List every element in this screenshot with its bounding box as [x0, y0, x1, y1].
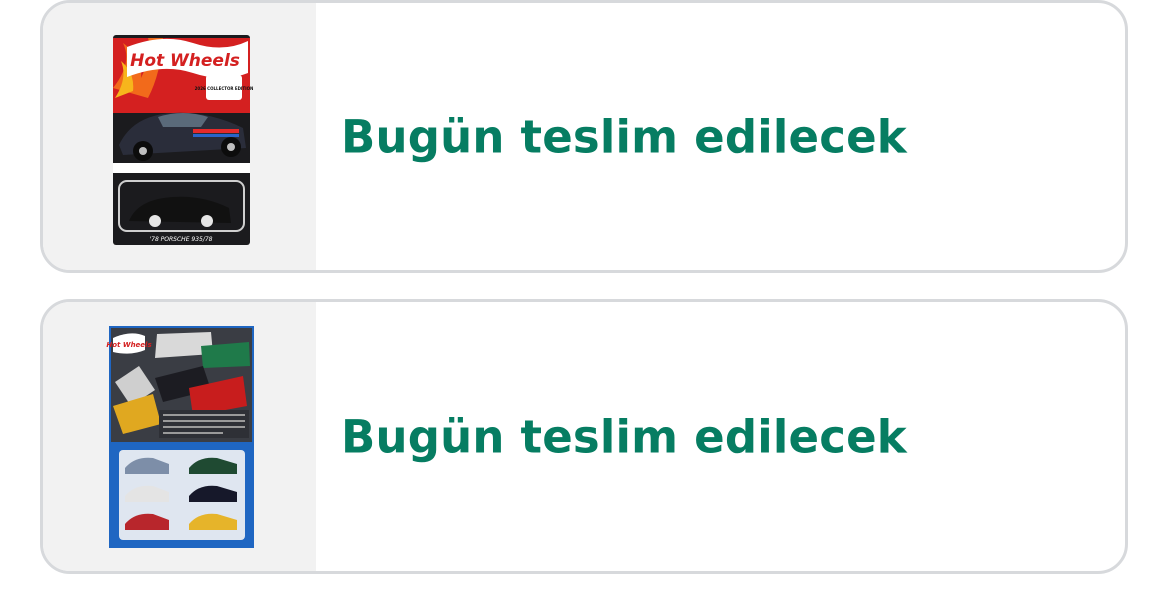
- delivery-card[interactable]: Hot Wheels 2026 COLLECTOR EDITION '78 PO…: [40, 0, 1128, 273]
- delivery-card[interactable]: Hot Wheels Bugün teslim edilecek: [40, 299, 1128, 574]
- car-name-label: '78 PORSCHE 935/78: [149, 236, 212, 243]
- brand-logo: Hot Wheels: [106, 341, 151, 349]
- delivery-status: Bugün teslim edilecek: [341, 110, 907, 163]
- delivery-status: Bugün teslim edilecek: [341, 410, 907, 463]
- edition-label: 2026 COLLECTOR EDITION: [195, 86, 254, 91]
- product-thumbnail[interactable]: Hot Wheels 2026 COLLECTOR EDITION '78 PO…: [43, 3, 316, 270]
- brand-logo: Hot Wheels: [130, 51, 240, 71]
- product-image-hot-wheels-5-pack: Hot Wheels: [106, 326, 254, 548]
- product-image-hot-wheels-porsche: Hot Wheels 2026 COLLECTOR EDITION '78 PO…: [113, 35, 254, 245]
- product-thumbnail[interactable]: Hot Wheels: [43, 302, 316, 571]
